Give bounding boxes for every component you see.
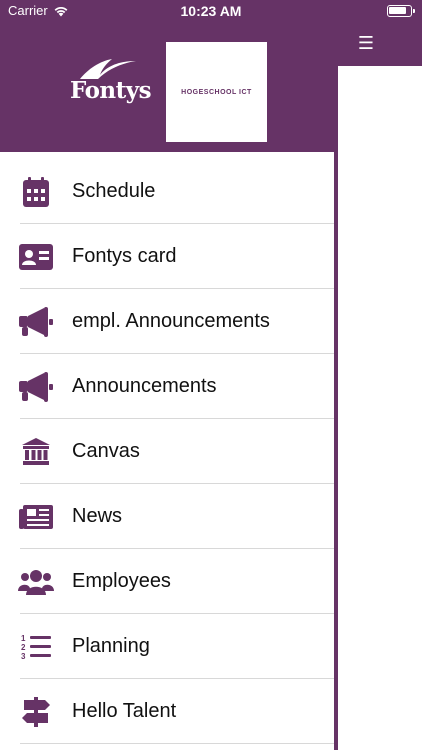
id-card-icon — [18, 242, 54, 272]
calendar-icon — [18, 177, 54, 207]
menu-item-label: Hello Talent — [72, 700, 177, 722]
drawer-header: Fontys HOGESCHOOL ICT — [0, 0, 334, 152]
drawer-menu: Schedule Fontys card empl. Announcements… — [0, 152, 334, 750]
menu-item-canvas[interactable]: Canvas — [0, 419, 334, 484]
battery-icon — [387, 5, 415, 17]
menu-item-label: Employees — [72, 570, 171, 592]
menu-item-news[interactable]: News — [0, 484, 334, 549]
users-icon — [18, 567, 54, 597]
divider — [20, 743, 334, 744]
status-bar: Carrier 10:23 AM — [0, 0, 422, 22]
svg-text:3: 3 — [21, 652, 26, 661]
megaphone-icon — [18, 372, 54, 402]
newspaper-icon — [18, 502, 54, 532]
menu-item-hello-talent[interactable]: Hello Talent — [0, 679, 334, 744]
menu-item-label: News — [72, 505, 123, 527]
school-label: HOGESCHOOL ICT — [181, 88, 252, 96]
status-time: 10:23 AM — [180, 3, 242, 19]
menu-item-label: Announcements — [72, 375, 217, 397]
svg-text:1: 1 — [21, 634, 26, 643]
institution-icon — [18, 437, 54, 467]
signpost-icon — [18, 697, 54, 727]
menu-item-label: Fontys card — [72, 245, 177, 267]
menu-item-label: Schedule — [72, 180, 156, 202]
svg-text:2: 2 — [21, 643, 26, 652]
menu-item-fontys-card[interactable]: Fontys card — [0, 224, 334, 289]
menu-item-label: empl. Announcements — [72, 310, 270, 332]
megaphone-icon — [18, 307, 54, 337]
fontys-wordmark: Fontys — [70, 77, 152, 104]
menu-item-announcements[interactable]: Announcements — [0, 354, 334, 419]
menu-item-empl-announcements[interactable]: empl. Announcements — [0, 289, 334, 354]
fontys-logo: Fontys — [70, 55, 165, 113]
school-logo: HOGESCHOOL ICT — [166, 42, 267, 142]
menu-item-employees[interactable]: Employees — [0, 549, 334, 614]
numbered-list-icon: 1 2 3 — [18, 632, 54, 662]
hamburger-menu-icon[interactable]: ☰ — [352, 32, 380, 54]
drawer-edge — [334, 152, 338, 750]
menu-item-planning[interactable]: 1 2 3 Planning — [0, 614, 334, 679]
main-content — [338, 66, 422, 750]
menu-item-label: Canvas — [72, 440, 140, 462]
menu-item-label: Planning — [72, 635, 150, 657]
menu-item-schedule[interactable]: Schedule — [0, 159, 334, 224]
